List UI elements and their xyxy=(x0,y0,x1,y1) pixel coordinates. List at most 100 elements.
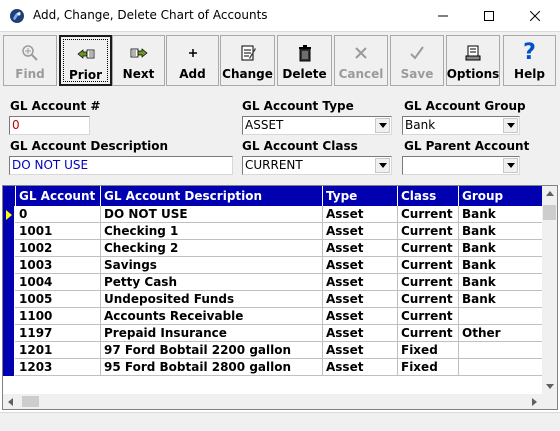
account-number-cell[interactable]: 1197 xyxy=(16,325,101,342)
table-row[interactable]: 1100 Accounts Receivable Asset Current xyxy=(3,308,542,325)
vertical-scrollbar[interactable] xyxy=(542,186,557,394)
description-cell[interactable]: Savings xyxy=(101,257,323,274)
type-cell[interactable]: Asset xyxy=(323,257,398,274)
description-cell[interactable]: Accounts Receivable xyxy=(101,308,323,325)
chevron-down-icon[interactable] xyxy=(503,158,518,173)
account-type-select[interactable]: ASSET xyxy=(242,116,392,135)
add-button[interactable]: Add xyxy=(166,35,219,86)
description-cell[interactable]: 95 Ford Bobtail 2800 gallon xyxy=(101,359,323,376)
row-indicator[interactable] xyxy=(3,325,15,342)
table-row[interactable]: 1004 Petty Cash Asset Current Bank xyxy=(3,274,542,291)
account-number-cell[interactable]: 1002 xyxy=(16,240,101,257)
chevron-down-icon[interactable] xyxy=(375,118,390,133)
type-cell[interactable]: Asset xyxy=(323,308,398,325)
description-cell[interactable]: DO NOT USE xyxy=(101,206,323,223)
description-cell[interactable]: 97 Ford Bobtail 2200 gallon xyxy=(101,342,323,359)
account-number-cell[interactable]: 1201 xyxy=(16,342,101,359)
group-cell[interactable] xyxy=(459,342,542,359)
description-cell[interactable]: Prepaid Insurance xyxy=(101,325,323,342)
account-number-cell[interactable]: 1005 xyxy=(16,291,101,308)
next-button[interactable]: Next xyxy=(112,35,165,86)
group-cell[interactable]: Bank xyxy=(459,223,542,240)
group-cell[interactable] xyxy=(459,359,542,376)
find-button[interactable]: Find xyxy=(3,35,57,86)
type-cell[interactable]: Asset xyxy=(323,240,398,257)
table-row[interactable]: 1002 Checking 2 Asset Current Bank xyxy=(3,240,542,257)
class-cell[interactable]: Current xyxy=(398,291,459,308)
row-indicator[interactable] xyxy=(3,223,15,240)
class-cell[interactable]: Current xyxy=(398,308,459,325)
row-indicator[interactable] xyxy=(3,240,15,257)
maximize-button[interactable] xyxy=(466,0,512,31)
table-row[interactable]: 1003 Savings Asset Current Bank xyxy=(3,257,542,274)
column-header-group[interactable]: Group xyxy=(459,186,542,206)
vertical-scroll-thumb[interactable] xyxy=(543,205,556,220)
accounts-grid[interactable]: GL Account # GL Account Description Type… xyxy=(2,185,558,410)
account-number-input[interactable]: 0 xyxy=(9,116,90,135)
group-cell[interactable]: Bank xyxy=(459,257,542,274)
class-cell[interactable]: Current xyxy=(398,206,459,223)
group-cell[interactable]: Bank xyxy=(459,240,542,257)
column-header-class[interactable]: Class xyxy=(398,186,459,206)
row-indicator[interactable] xyxy=(3,206,15,223)
description-cell[interactable]: Checking 1 xyxy=(101,223,323,240)
account-number-cell[interactable]: 0 xyxy=(16,206,101,223)
description-input[interactable]: DO NOT USE xyxy=(9,156,233,175)
scroll-right-arrow-icon[interactable] xyxy=(527,394,542,409)
row-indicator[interactable] xyxy=(3,342,15,359)
type-cell[interactable]: Asset xyxy=(323,291,398,308)
type-cell[interactable]: Asset xyxy=(323,223,398,240)
chevron-down-icon[interactable] xyxy=(375,158,390,173)
table-row[interactable]: 1203 95 Ford Bobtail 2800 gallon Asset Fixe… xyxy=(3,359,542,376)
table-row[interactable]: 1197 Prepaid Insurance Asset Current Other xyxy=(3,325,542,342)
horizontal-scroll-thumb[interactable] xyxy=(22,396,39,407)
type-cell[interactable]: Asset xyxy=(323,359,398,376)
horizontal-scrollbar[interactable] xyxy=(3,394,542,409)
class-cell[interactable]: Current xyxy=(398,257,459,274)
account-class-select[interactable]: CURRENT xyxy=(242,156,392,175)
class-cell[interactable]: Fixed xyxy=(398,359,459,376)
row-indicator[interactable] xyxy=(3,359,15,376)
class-cell[interactable]: Current xyxy=(398,223,459,240)
group-cell[interactable]: Bank xyxy=(459,206,542,223)
delete-button[interactable]: Delete xyxy=(277,35,332,86)
parent-account-select[interactable] xyxy=(402,156,520,175)
column-header-description[interactable]: GL Account Description xyxy=(101,186,323,206)
account-number-cell[interactable]: 1100 xyxy=(16,308,101,325)
account-group-select[interactable]: Bank xyxy=(402,116,520,135)
class-cell[interactable]: Fixed xyxy=(398,342,459,359)
scroll-up-arrow-icon[interactable] xyxy=(542,186,557,201)
change-button[interactable]: Change xyxy=(220,35,275,86)
chevron-down-icon[interactable] xyxy=(503,118,518,133)
group-cell[interactable]: Bank xyxy=(459,274,542,291)
class-cell[interactable]: Current xyxy=(398,325,459,342)
close-button[interactable] xyxy=(512,0,558,31)
type-cell[interactable]: Asset xyxy=(323,274,398,291)
table-row[interactable]: 1005 Undeposited Funds Asset Current Bank xyxy=(3,291,542,308)
group-cell[interactable]: Bank xyxy=(459,291,542,308)
row-indicator[interactable] xyxy=(3,274,15,291)
row-indicator[interactable] xyxy=(3,291,15,308)
description-cell[interactable]: Checking 2 xyxy=(101,240,323,257)
row-indicator[interactable] xyxy=(3,257,15,274)
scroll-down-arrow-icon[interactable] xyxy=(542,379,557,394)
class-cell[interactable]: Current xyxy=(398,240,459,257)
type-cell[interactable]: Asset xyxy=(323,342,398,359)
group-cell[interactable]: Other xyxy=(459,325,542,342)
group-cell[interactable] xyxy=(459,308,542,325)
table-row[interactable]: 1001 Checking 1 Asset Current Bank xyxy=(3,223,542,240)
minimize-button[interactable] xyxy=(420,0,466,31)
class-cell[interactable]: Current xyxy=(398,274,459,291)
table-row[interactable]: 0 DO NOT USE Asset Current Bank xyxy=(3,206,542,223)
column-header-account-number[interactable]: GL Account # xyxy=(16,186,101,206)
account-number-cell[interactable]: 1004 xyxy=(16,274,101,291)
description-cell[interactable]: Undeposited Funds xyxy=(101,291,323,308)
help-button[interactable]: ? Help xyxy=(503,35,556,86)
cancel-button[interactable]: Cancel xyxy=(334,35,388,86)
table-row[interactable]: 1201 97 Ford Bobtail 2200 gallon Asset Fixe… xyxy=(3,342,542,359)
account-number-cell[interactable]: 1203 xyxy=(16,359,101,376)
type-cell[interactable]: Asset xyxy=(323,325,398,342)
scroll-left-arrow-icon[interactable] xyxy=(3,394,18,409)
column-header-type[interactable]: Type xyxy=(323,186,398,206)
prior-button[interactable]: Prior xyxy=(59,35,112,86)
